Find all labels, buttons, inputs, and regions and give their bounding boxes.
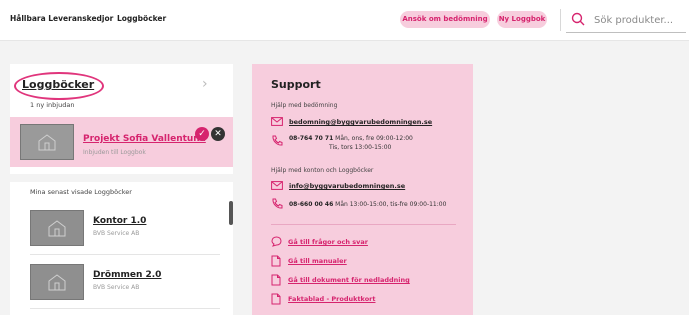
account-email-link[interactable]: info@byggvarubedomningen.se [289, 182, 405, 190]
house-icon [30, 264, 84, 300]
nav-logbooks-link[interactable]: Loggböcker [117, 14, 166, 23]
account-help-label: Hjälp med konton och Loggböcker [271, 167, 374, 174]
search-box[interactable] [566, 6, 686, 33]
apply-assessment-button[interactable]: Ansök om bedömning [400, 11, 490, 28]
chevron-right-icon[interactable]: › [202, 76, 208, 92]
new-logbook-button[interactable]: Ny Loggbok [497, 11, 547, 28]
accept-invite-button[interactable]: ✓ [195, 127, 209, 141]
account-phone: 08-660 00 46 [289, 201, 334, 208]
document-icon [271, 274, 281, 286]
recent-logbooks-label: Mina senast visade Loggböcker [30, 188, 132, 196]
invite-subtitle: Inbjuden till Loggbok [83, 149, 146, 156]
decline-invite-button[interactable]: ✕ [211, 127, 225, 141]
list-item[interactable]: Drömmen 2.0 BVB Service AB [30, 264, 220, 300]
house-icon [30, 210, 84, 246]
close-icon: ✕ [214, 129, 222, 139]
project-company: BVB Service AB [93, 230, 140, 237]
mail-icon [271, 181, 283, 190]
logbooks-title-link[interactable]: Loggböcker [22, 78, 94, 91]
brand-link[interactable]: Hållbara Leveranskedjor [10, 14, 113, 23]
list-divider [30, 254, 220, 255]
logbooks-panel: Loggböcker › 1 ny inbjudan Projekt Sofia… [10, 64, 233, 315]
invite-project-name[interactable]: Projekt Sofia Vallentuna [83, 134, 206, 144]
assessment-phone-block: 08-764 70 71 Mån, ons, fre 09:00-12:00 T… [289, 134, 413, 152]
support-title: Support [271, 78, 321, 91]
search-icon[interactable] [571, 12, 585, 26]
project-name[interactable]: Drömmen 2.0 [93, 270, 161, 280]
assessment-email-link[interactable]: bedomning@byggvarubedomningen.se [289, 118, 432, 126]
check-icon: ✓ [198, 129, 206, 139]
search-input[interactable] [592, 10, 686, 30]
header-divider [560, 9, 561, 31]
list-divider [30, 308, 220, 309]
project-name[interactable]: Kontor 1.0 [93, 216, 146, 226]
manuals-link[interactable]: Gå till manualer [288, 257, 347, 265]
downloads-link[interactable]: Gå till dokument för nedladdning [288, 276, 410, 284]
scrollbar-thumb[interactable] [229, 201, 233, 225]
assessment-phone: 08-764 70 71 [289, 135, 334, 142]
support-divider [271, 224, 456, 225]
chat-bubble-icon [271, 236, 282, 247]
account-hours: Mån 13:00-15:00, tis-fre 09:00-11:00 [335, 201, 447, 208]
document-icon [271, 293, 281, 305]
fact-sheet-link[interactable]: Faktablad - Produktkort [288, 295, 375, 303]
assessment-hours-2: Tis, tors 13:00-15:00 [329, 144, 392, 151]
project-company: BVB Service AB [93, 284, 140, 291]
assessment-hours-1: Mån, ons, fre 09:00-12:00 [335, 135, 413, 142]
invites-count: 1 ny inbjudan [30, 101, 75, 109]
invite-card[interactable]: Projekt Sofia Vallentuna Inbjuden till L… [10, 117, 233, 167]
top-bar: Hållbara Leveranskedjor Loggböcker Ansök… [0, 0, 689, 41]
account-phone-block: 08-660 00 46 Mån 13:00-15:00, tis-fre 09… [289, 200, 446, 209]
phone-icon [272, 198, 283, 209]
support-panel: Support Hjälp med bedömning bedomning@by… [252, 64, 473, 315]
list-item[interactable]: Kontor 1.0 BVB Service AB [30, 210, 220, 246]
mail-icon [271, 117, 283, 126]
faq-link[interactable]: Gå till frågor och svar [288, 238, 368, 246]
assessment-help-label: Hjälp med bedömning [271, 102, 338, 109]
section-divider [10, 174, 233, 182]
document-icon [271, 255, 281, 267]
house-icon [20, 124, 74, 160]
phone-icon [272, 135, 283, 146]
